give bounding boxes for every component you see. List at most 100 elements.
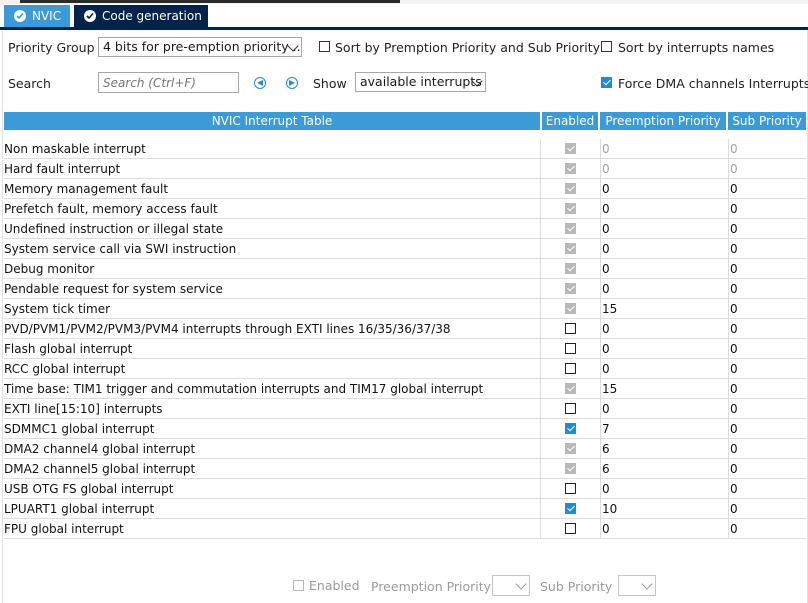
enabled-cell [540, 199, 600, 218]
search-next-button[interactable]: ▶ [286, 77, 298, 89]
preemption-cell[interactable]: 0 [600, 239, 728, 258]
bottom-enabled-checkbox[interactable] [293, 580, 304, 591]
enabled-checkbox[interactable] [565, 323, 576, 334]
sub-priority-value: 0 [730, 462, 738, 476]
preemption-cell[interactable]: 7 [600, 419, 728, 438]
bottom-sub-select[interactable] [618, 575, 656, 596]
table-row[interactable]: PVD/PVM1/PVM2/PVM3/PVM4 interrupts throu… [4, 319, 806, 339]
interrupt-name: Non maskable interrupt [4, 142, 146, 156]
sub-priority-cell[interactable]: 0 [728, 179, 807, 198]
sub-priority-cell[interactable]: 0 [728, 139, 807, 158]
sub-priority-cell[interactable]: 0 [728, 399, 807, 418]
preemption-cell[interactable]: 0 [600, 219, 728, 238]
preemption-value: 0 [602, 482, 610, 496]
preemption-cell[interactable]: 6 [600, 459, 728, 478]
preemption-cell[interactable]: 0 [600, 359, 728, 378]
sub-priority-cell[interactable]: 0 [728, 379, 807, 398]
enabled-checkbox[interactable] [565, 503, 576, 514]
table-row[interactable]: Pendable request for system service 0 0 [4, 279, 806, 299]
sub-priority-cell[interactable]: 0 [728, 339, 807, 358]
enabled-checkbox[interactable] [565, 403, 576, 414]
table-row[interactable]: LPUART1 global interrupt 10 0 [4, 499, 806, 519]
sub-priority-cell[interactable]: 0 [728, 439, 807, 458]
table-row[interactable]: EXTI line[15:10] interrupts 0 0 [4, 399, 806, 419]
sub-priority-cell[interactable]: 0 [728, 199, 807, 218]
enabled-cell [540, 219, 600, 238]
preemption-cell[interactable]: 0 [600, 179, 728, 198]
preemption-cell[interactable]: 15 [600, 299, 728, 318]
sub-priority-value: 0 [730, 282, 738, 296]
preemption-cell[interactable]: 0 [600, 479, 728, 498]
enabled-checkbox [565, 443, 576, 454]
tab-code-generation[interactable]: Code generation [74, 5, 208, 27]
preemption-cell[interactable]: 10 [600, 499, 728, 518]
preemption-cell[interactable]: 0 [600, 339, 728, 358]
enabled-checkbox[interactable] [565, 423, 576, 434]
col-header-preemption[interactable]: Preemption Priority [600, 112, 726, 130]
table-row[interactable]: Undefined instruction or illegal state 0 0 [4, 219, 806, 239]
table-row[interactable]: RCC global interrupt 0 0 [4, 359, 806, 379]
sub-priority-cell[interactable]: 0 [728, 479, 807, 498]
enabled-checkbox [565, 303, 576, 314]
table-row[interactable]: Memory management fault 0 0 [4, 179, 806, 199]
enabled-checkbox[interactable] [565, 343, 576, 354]
enabled-cell [540, 159, 600, 178]
table-row[interactable]: Hard fault interrupt 0 0 [4, 159, 806, 179]
tab-nvic[interactable]: NVIC [4, 5, 70, 27]
preemption-cell[interactable]: 6 [600, 439, 728, 458]
bottom-preemption-select[interactable] [492, 575, 530, 596]
enabled-checkbox[interactable] [565, 523, 576, 534]
preemption-cell[interactable]: 0 [600, 199, 728, 218]
table-row[interactable]: Non maskable interrupt 0 0 [4, 139, 806, 159]
show-select[interactable]: available interrupts [355, 72, 486, 92]
table-row[interactable]: SDMMC1 global interrupt 7 0 [4, 419, 806, 439]
search-input[interactable] [98, 72, 239, 93]
sub-priority-cell[interactable]: 0 [728, 219, 807, 238]
preemption-value: 6 [602, 462, 610, 476]
sub-priority-value: 0 [730, 242, 738, 256]
sub-priority-cell[interactable]: 0 [728, 519, 807, 538]
preemption-cell[interactable]: 15 [600, 379, 728, 398]
search-previous-button[interactable]: ◀ [254, 77, 266, 89]
preemption-cell[interactable]: 0 [600, 519, 728, 538]
preemption-cell[interactable]: 0 [600, 139, 728, 158]
table-row[interactable]: DMA2 channel5 global interrupt 6 0 [4, 459, 806, 479]
sub-priority-cell[interactable]: 0 [728, 239, 807, 258]
table-row[interactable]: USB OTG FS global interrupt 0 0 [4, 479, 806, 499]
table-row[interactable]: Time base: TIM1 trigger and commutation … [4, 379, 806, 399]
preemption-cell[interactable]: 0 [600, 319, 728, 338]
table-row[interactable]: Flash global interrupt 0 0 [4, 339, 806, 359]
col-header-enabled[interactable]: Enabled [542, 112, 598, 130]
preemption-value: 6 [602, 442, 610, 456]
preemption-cell[interactable]: 0 [600, 159, 728, 178]
sub-priority-cell[interactable]: 0 [728, 299, 807, 318]
table-row[interactable]: DMA2 channel4 global interrupt 6 0 [4, 439, 806, 459]
table-row[interactable]: System service call via SWI instruction 0… [4, 239, 806, 259]
sub-priority-cell[interactable]: 0 [728, 499, 807, 518]
enabled-checkbox[interactable] [565, 363, 576, 374]
priority-group-select[interactable]: 4 bits for pre-emption priority ... [98, 37, 302, 57]
sub-priority-cell[interactable]: 0 [728, 359, 807, 378]
preemption-cell[interactable]: 0 [600, 399, 728, 418]
sub-priority-cell[interactable]: 0 [728, 459, 807, 478]
sub-priority-cell[interactable]: 0 [728, 319, 807, 338]
table-row[interactable]: Prefetch fault, memory access fault 0 0 [4, 199, 806, 219]
sub-priority-cell[interactable]: 0 [728, 419, 807, 438]
sub-priority-cell[interactable]: 0 [728, 259, 807, 278]
table-row[interactable]: FPU global interrupt 0 0 [4, 519, 806, 539]
sort-premption-checkbox[interactable] [319, 41, 330, 52]
preemption-value: 0 [602, 262, 610, 276]
sort-names-checkbox[interactable] [601, 41, 612, 52]
force-dma-checkbox[interactable] [601, 77, 612, 88]
preemption-cell[interactable]: 0 [600, 259, 728, 278]
preemption-cell[interactable]: 0 [600, 279, 728, 298]
table-row[interactable]: Debug monitor 0 0 [4, 259, 806, 279]
sub-priority-cell[interactable]: 0 [728, 159, 807, 178]
enabled-cell [540, 479, 600, 498]
sub-priority-cell[interactable]: 0 [728, 279, 807, 298]
table-row[interactable]: System tick timer 15 0 [4, 299, 806, 319]
preemption-value: 0 [602, 362, 610, 376]
col-header-sub[interactable]: Sub Priority [728, 112, 806, 130]
col-header-name[interactable]: NVIC Interrupt Table [4, 112, 540, 130]
enabled-checkbox[interactable] [565, 483, 576, 494]
